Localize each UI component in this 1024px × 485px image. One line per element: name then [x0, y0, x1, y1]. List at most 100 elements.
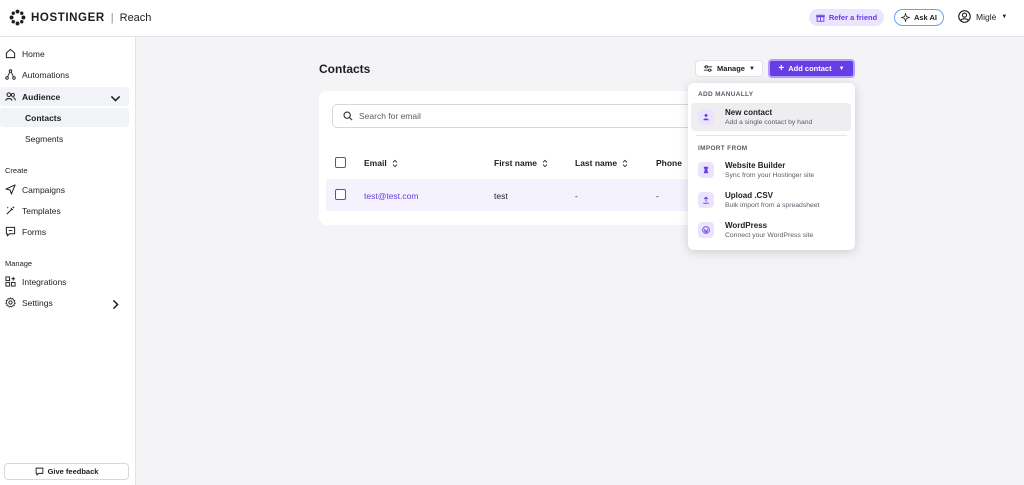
column-header-phone[interactable]: Phone: [656, 158, 682, 168]
dropdown-section-manual: ADD MANUALLY: [698, 91, 754, 98]
sidebar-item-audience[interactable]: Audience: [0, 87, 129, 106]
add-contact-dropdown: ADD MANUALLY New contact Add a single co…: [688, 83, 855, 250]
dropdown-item-new-contact[interactable]: New contact Add a single contact by hand: [691, 103, 851, 131]
sidebar-item-integrations[interactable]: Integrations: [0, 272, 129, 291]
user-menu[interactable]: Miglė ▼: [958, 10, 1007, 23]
contact-first-name: test: [494, 191, 508, 201]
contact-phone: -: [656, 191, 659, 201]
ask-ai-button[interactable]: Ask AI: [894, 9, 944, 26]
dropdown-item-title: Upload .CSV: [725, 191, 774, 200]
website-builder-icon: [703, 166, 709, 174]
caret-down-icon: ▼: [748, 65, 755, 72]
sidebar-item-label: Templates: [22, 205, 61, 216]
add-contact-button[interactable]: + Add contact ▼: [768, 59, 855, 78]
refer-friend-label: Refer a friend: [828, 13, 878, 22]
contact-last-name: -: [575, 191, 578, 201]
row-checkbox[interactable]: [335, 189, 346, 200]
section-label-create: Create: [5, 166, 28, 175]
automations-icon: [5, 69, 16, 80]
column-header-last-name[interactable]: Last name: [575, 158, 628, 168]
upload-icon: [703, 196, 709, 204]
gift-icon: [816, 14, 825, 22]
sidebar-item-home[interactable]: Home: [0, 44, 129, 63]
sort-icon: [622, 159, 628, 167]
sidebar-item-label: Contacts: [25, 112, 62, 123]
column-header-email[interactable]: Email: [364, 158, 398, 168]
sidebar-item-label: Audience: [22, 91, 61, 102]
dropdown-item-website-builder[interactable]: Website Builder Sync from your Hostinger…: [691, 156, 851, 184]
add-contact-label: Add contact: [788, 64, 832, 73]
search-icon: [343, 111, 353, 121]
sort-icon: [542, 159, 548, 167]
dropdown-item-desc: Bulk import from a spreadsheet: [725, 201, 820, 209]
dropdown-item-title: Website Builder: [725, 161, 786, 170]
sidebar-item-label: Campaigns: [22, 184, 65, 195]
sidebar-item-label: Automations: [22, 69, 70, 80]
column-header-label: Email: [364, 158, 387, 168]
brand-separator: |: [110, 11, 114, 24]
ask-ai-label: Ask AI: [913, 13, 938, 22]
user-avatar-icon: [958, 10, 971, 23]
dropdown-item-wordpress[interactable]: WordPress Connect your WordPress site: [691, 216, 851, 244]
brand-name: HOSTINGER: [31, 11, 105, 24]
home-icon: [5, 48, 16, 59]
search-box[interactable]: [332, 104, 702, 128]
sparkle-icon: [900, 13, 910, 22]
sidebar-item-automations[interactable]: Automations: [0, 65, 129, 84]
feedback-icon: [35, 467, 43, 476]
gear-icon: [5, 297, 16, 308]
give-feedback-button[interactable]: Give feedback: [4, 463, 129, 480]
chevron-right-icon: [112, 299, 119, 310]
person-icon: [703, 113, 709, 121]
dropdown-item-title: New contact: [725, 108, 773, 117]
section-label-manage: Manage: [5, 259, 33, 268]
templates-icon: [6, 205, 15, 215]
caret-down-icon: ▼: [838, 65, 845, 72]
sidebar-item-settings[interactable]: Settings: [0, 293, 129, 312]
page-title: Contacts: [319, 62, 371, 76]
sidebar-item-label: Forms: [22, 226, 47, 237]
give-feedback-label: Give feedback: [47, 467, 99, 476]
column-header-label: Last name: [575, 158, 618, 168]
plus-icon: +: [778, 62, 785, 74]
hostinger-logo-icon: [9, 9, 26, 26]
sidebar-item-templates[interactable]: Templates: [0, 201, 129, 220]
forms-icon: [5, 226, 16, 237]
refer-friend-button[interactable]: Refer a friend: [809, 9, 884, 26]
sort-icon: [392, 159, 397, 167]
product-name: Reach: [119, 11, 152, 24]
contacts-card: Email First name Last name Phone test@te…: [319, 91, 719, 225]
dropdown-divider: [696, 135, 847, 136]
sidebar: Home Automations Audience Contacts Segme…: [0, 37, 136, 485]
send-icon: [5, 184, 16, 195]
sidebar-item-label: Segments: [25, 133, 64, 144]
logo[interactable]: HOSTINGER | Reach: [9, 9, 151, 26]
dropdown-item-title: WordPress: [725, 221, 768, 230]
search-input[interactable]: [359, 111, 659, 121]
sliders-icon: [703, 65, 713, 72]
manage-button[interactable]: Manage ▼: [695, 60, 763, 77]
sidebar-item-label: Settings: [22, 297, 53, 308]
sidebar-item-forms[interactable]: Forms: [0, 222, 129, 241]
sidebar-item-contacts[interactable]: Contacts: [0, 108, 129, 127]
manage-label: Manage: [717, 64, 745, 73]
chevron-down-icon: [110, 95, 121, 102]
dropdown-item-desc: Connect your WordPress site: [725, 231, 814, 239]
dropdown-item-upload-csv[interactable]: Upload .CSV Bulk import from a spreadshe…: [691, 186, 851, 214]
audience-icon: [5, 92, 16, 101]
select-all-checkbox[interactable]: [335, 157, 346, 168]
caret-down-icon: ▼: [1001, 13, 1008, 20]
dropdown-section-import: IMPORT FROM: [698, 145, 748, 152]
sidebar-item-campaigns[interactable]: Campaigns: [0, 180, 129, 199]
column-header-label: First name: [494, 158, 537, 168]
dropdown-item-desc: Sync from your Hostinger site: [725, 171, 815, 179]
contact-email-link[interactable]: test@test.com: [364, 191, 418, 201]
sidebar-item-segments[interactable]: Segments: [0, 129, 129, 148]
top-bar: HOSTINGER | Reach Refer a friend Ask AI …: [0, 0, 1024, 37]
wordpress-icon: [702, 226, 710, 234]
column-header-label: Phone: [656, 158, 682, 168]
column-header-first-name[interactable]: First name: [494, 158, 548, 168]
dropdown-item-desc: Add a single contact by hand: [725, 118, 813, 126]
integrations-icon: [5, 276, 16, 287]
sidebar-item-label: Integrations: [22, 276, 67, 287]
